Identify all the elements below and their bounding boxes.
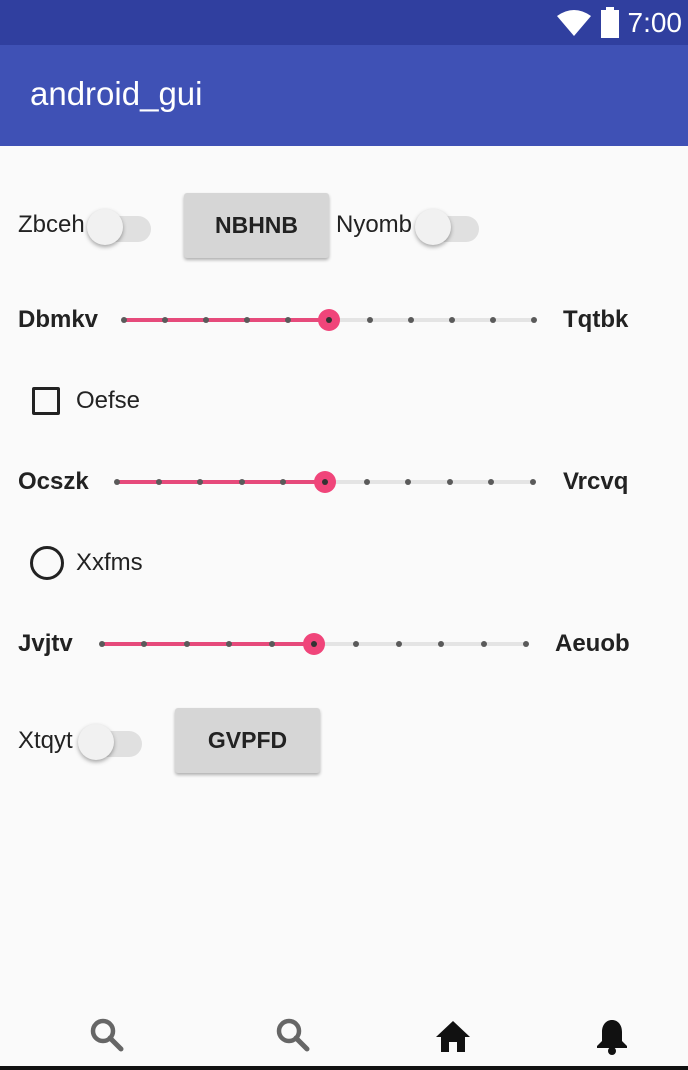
search-icon	[90, 1018, 124, 1052]
slider-tick-mark	[238, 479, 245, 485]
slider-tick-mark	[449, 317, 455, 323]
slider-tick-mark	[395, 641, 402, 647]
bottom-navigation	[0, 1008, 688, 1070]
status-icons: 7:00	[556, 0, 683, 45]
radio-label-xxfms: Xxfms	[76, 549, 143, 576]
slider-tick-mark	[183, 641, 190, 647]
nav-bottom-edge	[0, 1066, 688, 1070]
slider-tick-mark	[363, 479, 370, 485]
slider-tick-mark	[268, 641, 275, 647]
slider-tick-mark	[446, 479, 453, 485]
switch-label-nyomb: Nyomb	[336, 211, 413, 238]
slider-tick-mark	[114, 479, 120, 485]
seekbar-dbmkv[interactable]	[121, 305, 537, 335]
checkbox-label-oefse: Oefse	[76, 387, 141, 414]
slider-tick-mark	[280, 479, 287, 485]
home-icon	[436, 1021, 470, 1052]
slider-tick-mark	[162, 317, 168, 323]
slider-tick-mark	[197, 479, 204, 485]
slider-tick-mark	[480, 641, 487, 647]
slider-progress	[124, 318, 329, 322]
slider-tick-mark	[488, 479, 495, 485]
slider-tick-mark	[155, 479, 162, 485]
bell-icon	[597, 1020, 627, 1055]
slider-tick-mark	[244, 317, 250, 323]
nav-item-search-2[interactable]	[264, 1016, 324, 1066]
slider-tick-mark	[531, 317, 537, 323]
slider-tick-mark	[408, 317, 414, 323]
radio-button-xxfms[interactable]	[30, 546, 64, 580]
seekbar-jvjtv[interactable]	[99, 629, 529, 659]
slider-tick-mark	[438, 641, 445, 647]
slider-label-jvjtv: Jvjtv	[18, 630, 73, 657]
wifi-icon	[556, 9, 591, 36]
slider-label-aeuob: Aeuob	[555, 630, 630, 657]
slider-thumb[interactable]	[314, 471, 336, 493]
slider-label-ocszk: Ocszk	[18, 468, 89, 495]
slider-tick-mark	[523, 641, 529, 647]
gvpfd-button[interactable]: GVPFD	[175, 708, 320, 773]
slider-thumb[interactable]	[303, 633, 325, 655]
nav-item-notifications[interactable]	[582, 1016, 642, 1066]
checkbox-oefse[interactable]	[32, 387, 60, 415]
slider-progress	[117, 480, 325, 484]
battery-icon	[600, 6, 619, 38]
slider-thumb[interactable]	[318, 309, 340, 331]
switch-thumb	[415, 209, 451, 245]
app-bar: android_gui	[0, 45, 688, 146]
slider-tick-mark	[353, 641, 360, 647]
slider-tick-mark	[226, 641, 233, 647]
slider-label-tqtbk: Tqtbk	[563, 306, 629, 333]
slider-tick-mark	[530, 479, 536, 485]
switch-label-zbceh: Zbceh	[18, 211, 85, 238]
toggle-switch-zbceh[interactable]	[87, 205, 157, 245]
slider-tick-mark	[121, 317, 127, 323]
slider-tick-mark	[490, 317, 496, 323]
status-time: 7:00	[627, 7, 683, 38]
toggle-switch-nyomb[interactable]	[415, 205, 485, 245]
toggle-switch-xtqyt[interactable]	[78, 720, 148, 760]
switch-label-xtqyt: Xtqyt	[18, 727, 73, 754]
switch-thumb	[87, 209, 123, 245]
slider-tick-mark	[285, 317, 291, 323]
slider-progress	[102, 642, 314, 646]
slider-tick-mark	[141, 641, 148, 647]
switch-thumb	[78, 724, 114, 760]
app-title: android_gui	[30, 75, 203, 112]
slider-label-dbmkv: Dbmkv	[18, 306, 99, 333]
nav-item-search-1[interactable]	[78, 1016, 138, 1066]
nav-item-home[interactable]	[423, 1016, 483, 1066]
slider-tick-mark	[367, 317, 373, 323]
status-bar: 7:00	[0, 0, 688, 45]
slider-tick-mark	[405, 479, 412, 485]
slider-tick-mark	[99, 641, 105, 647]
slider-label-vrcvq: Vrcvq	[563, 468, 629, 495]
search-icon	[276, 1018, 310, 1052]
slider-tick-mark	[203, 317, 209, 323]
seekbar-ocszk[interactable]	[114, 467, 536, 497]
nbhnb-button[interactable]: NBHNB	[184, 193, 329, 258]
